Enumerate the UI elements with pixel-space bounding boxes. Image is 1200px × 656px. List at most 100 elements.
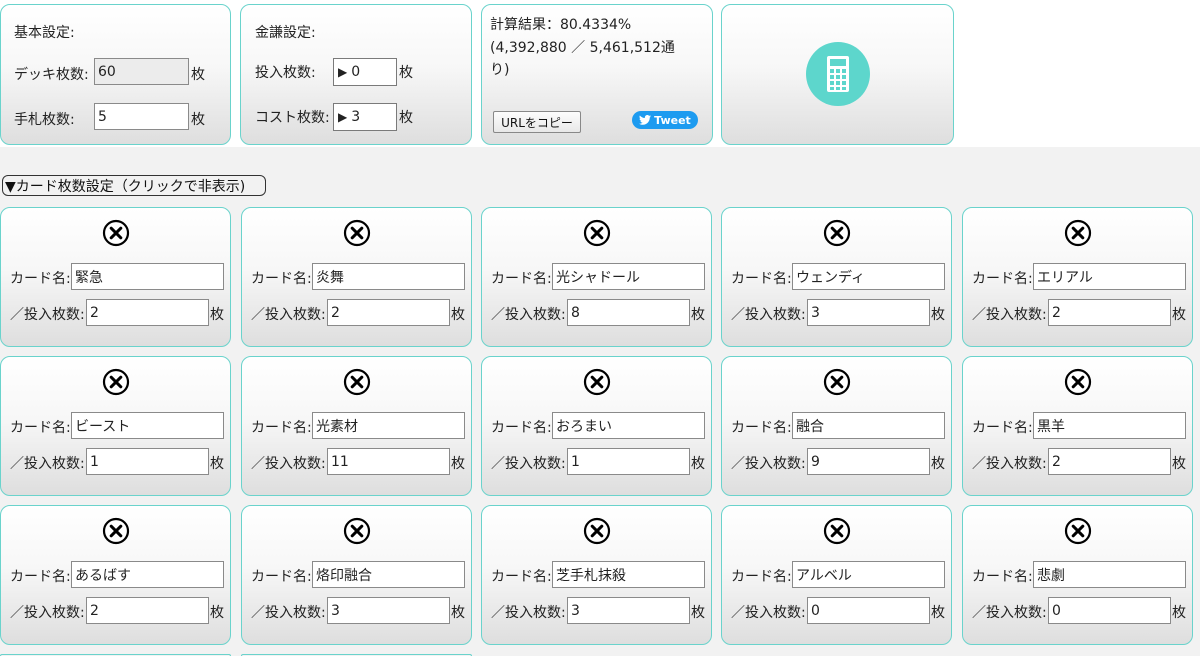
insert-count-stepper[interactable]: ▶ 0 — [333, 58, 397, 86]
close-circle-icon[interactable] — [343, 368, 371, 396]
card-count-unit: 枚 — [210, 456, 224, 472]
close-circle-icon[interactable] — [823, 517, 851, 545]
card-name-input[interactable] — [312, 412, 465, 439]
card-count-unit: 枚 — [931, 456, 945, 472]
tweet-button[interactable]: Tweet — [632, 111, 698, 129]
card-panel-7: カード名: ／投入枚数: 枚 — [241, 356, 472, 496]
card-name-label: カード名: — [972, 420, 1033, 436]
card-count-input[interactable] — [86, 299, 209, 326]
card-count-label: ／投入枚数: — [731, 307, 806, 323]
copy-url-button[interactable]: URLをコピー — [493, 111, 581, 133]
basic-settings-panel: 基本設定: デッキ枚数: 枚 手札枚数: 枚 — [0, 4, 231, 145]
card-panel-6: カード名: ／投入枚数: 枚 — [0, 356, 231, 496]
card-count-input[interactable] — [807, 597, 930, 624]
card-count-unit: 枚 — [691, 456, 705, 472]
play-triangle-icon: ▶ — [338, 65, 348, 79]
card-count-input[interactable] — [327, 597, 450, 624]
card-name-label: カード名: — [972, 569, 1033, 585]
card-count-unit: 枚 — [931, 307, 945, 323]
card-count-label: ／投入枚数: — [251, 605, 326, 621]
close-circle-icon[interactable] — [823, 219, 851, 247]
card-name-label: カード名: — [972, 271, 1033, 287]
card-count-label: ／投入枚数: — [10, 456, 85, 472]
close-circle-icon[interactable] — [583, 219, 611, 247]
card-count-label: ／投入枚数: — [972, 456, 1047, 472]
card-count-input[interactable] — [807, 448, 930, 475]
card-count-label: ／投入枚数: — [491, 605, 566, 621]
close-circle-icon[interactable] — [343, 219, 371, 247]
card-count-label: ／投入枚数: — [251, 307, 326, 323]
card-name-input[interactable] — [312, 263, 465, 290]
cost-count-stepper[interactable]: ▶ 3 — [333, 103, 397, 131]
result-line-2: (4,392,880 ／ 5,461,512通 — [490, 40, 675, 56]
card-count-label: ／投入枚数: — [731, 605, 806, 621]
card-panel-11: カード名: ／投入枚数: 枚 — [0, 505, 231, 645]
close-circle-icon[interactable] — [1064, 368, 1092, 396]
card-count-input[interactable] — [86, 448, 209, 475]
card-count-label: ／投入枚数: — [491, 307, 566, 323]
card-name-input[interactable] — [71, 561, 224, 588]
close-circle-icon[interactable] — [1064, 517, 1092, 545]
card-name-input[interactable] — [552, 561, 705, 588]
deck-count-input[interactable] — [94, 58, 189, 85]
card-name-input[interactable] — [552, 412, 705, 439]
tax-settings-panel: 金謙設定: 投入枚数: ▶ 0 枚 コスト枚数: ▶ 3 枚 — [240, 4, 472, 145]
card-name-input[interactable] — [792, 561, 945, 588]
card-panel-5: カード名: ／投入枚数: 枚 — [962, 207, 1193, 347]
card-count-input[interactable] — [86, 597, 209, 624]
card-count-input[interactable] — [1048, 448, 1171, 475]
card-name-label: カード名: — [491, 420, 552, 436]
card-count-input[interactable] — [327, 299, 450, 326]
card-panel-14: カード名: ／投入枚数: 枚 — [721, 505, 952, 645]
card-count-unit: 枚 — [210, 307, 224, 323]
card-count-input[interactable] — [1048, 299, 1171, 326]
close-circle-icon[interactable] — [1064, 219, 1092, 247]
insert-count-label: 投入枚数: — [255, 65, 316, 81]
card-count-label: ／投入枚数: — [10, 605, 85, 621]
card-count-input[interactable] — [567, 299, 690, 326]
deck-count-unit: 枚 — [191, 67, 205, 83]
card-count-unit: 枚 — [451, 456, 465, 472]
card-name-input[interactable] — [71, 412, 224, 439]
calculate-button[interactable] — [806, 42, 870, 106]
cost-count-value: 3 — [351, 109, 361, 125]
close-circle-icon[interactable] — [583, 517, 611, 545]
close-circle-icon[interactable] — [102, 517, 130, 545]
card-count-unit: 枚 — [691, 605, 705, 621]
card-panel-2: カード名: ／投入枚数: 枚 — [241, 207, 472, 347]
close-circle-icon[interactable] — [102, 368, 130, 396]
card-count-label: ／投入枚数: — [972, 307, 1047, 323]
card-panel-12: カード名: ／投入枚数: 枚 — [241, 505, 472, 645]
close-circle-icon[interactable] — [583, 368, 611, 396]
card-name-input[interactable] — [552, 263, 705, 290]
card-name-input[interactable] — [1033, 412, 1186, 439]
card-panel-9: カード名: ／投入枚数: 枚 — [721, 356, 952, 496]
tweet-label: Tweet — [654, 113, 691, 127]
card-count-label: ／投入枚数: — [491, 456, 566, 472]
insert-count-unit: 枚 — [399, 65, 413, 81]
card-count-input[interactable] — [1048, 597, 1171, 624]
card-name-input[interactable] — [792, 263, 945, 290]
close-circle-icon[interactable] — [102, 219, 130, 247]
hand-count-label: 手札枚数: — [14, 112, 75, 128]
card-count-input[interactable] — [567, 448, 690, 475]
card-count-unit: 枚 — [451, 605, 465, 621]
card-count-unit: 枚 — [451, 307, 465, 323]
card-name-input[interactable] — [312, 561, 465, 588]
card-panel-1: カード名: ／投入枚数: 枚 — [0, 207, 231, 347]
hand-count-input[interactable] — [94, 103, 189, 130]
close-circle-icon[interactable] — [343, 517, 371, 545]
card-settings-toggle[interactable]: ▼カード枚数設定（クリックで非表示) — [2, 175, 266, 196]
card-name-input[interactable] — [71, 263, 224, 290]
card-count-input[interactable] — [807, 299, 930, 326]
card-name-input[interactable] — [792, 412, 945, 439]
close-circle-icon[interactable] — [823, 368, 851, 396]
card-count-input[interactable] — [567, 597, 690, 624]
card-name-input[interactable] — [1033, 263, 1186, 290]
card-panel-8: カード名: ／投入枚数: 枚 — [481, 356, 712, 496]
card-name-label: カード名: — [491, 569, 552, 585]
card-count-input[interactable] — [327, 448, 450, 475]
card-name-label: カード名: — [491, 271, 552, 287]
card-count-unit: 枚 — [931, 605, 945, 621]
card-name-input[interactable] — [1033, 561, 1186, 588]
